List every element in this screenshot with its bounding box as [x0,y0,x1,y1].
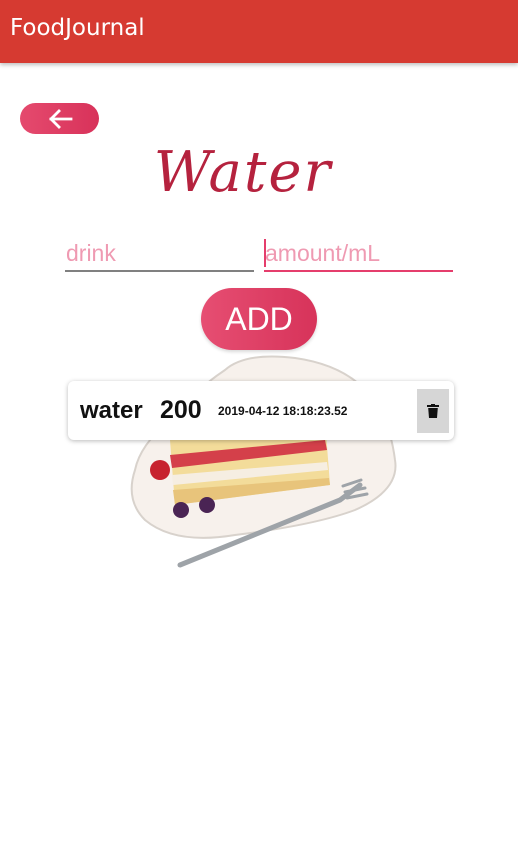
delete-button[interactable] [417,389,449,433]
list-item: water 200 2019-04-12 18:18:23.52 [68,381,454,440]
trash-icon [427,404,439,418]
entry-timestamp: 2019-04-12 18:18:23.52 [218,404,348,418]
amount-input[interactable] [264,236,453,272]
entry-amount: 200 [160,396,202,424]
app-title: FoodJournal [10,15,145,41]
drink-input[interactable] [65,236,254,272]
page-heading: Water [153,140,333,205]
add-button[interactable]: ADD [201,288,317,350]
text-cursor [264,239,266,267]
back-button[interactable] [20,103,99,134]
entry-name: water [80,397,143,424]
app-bar: FoodJournal [0,0,518,63]
arrow-left-icon [48,108,72,129]
